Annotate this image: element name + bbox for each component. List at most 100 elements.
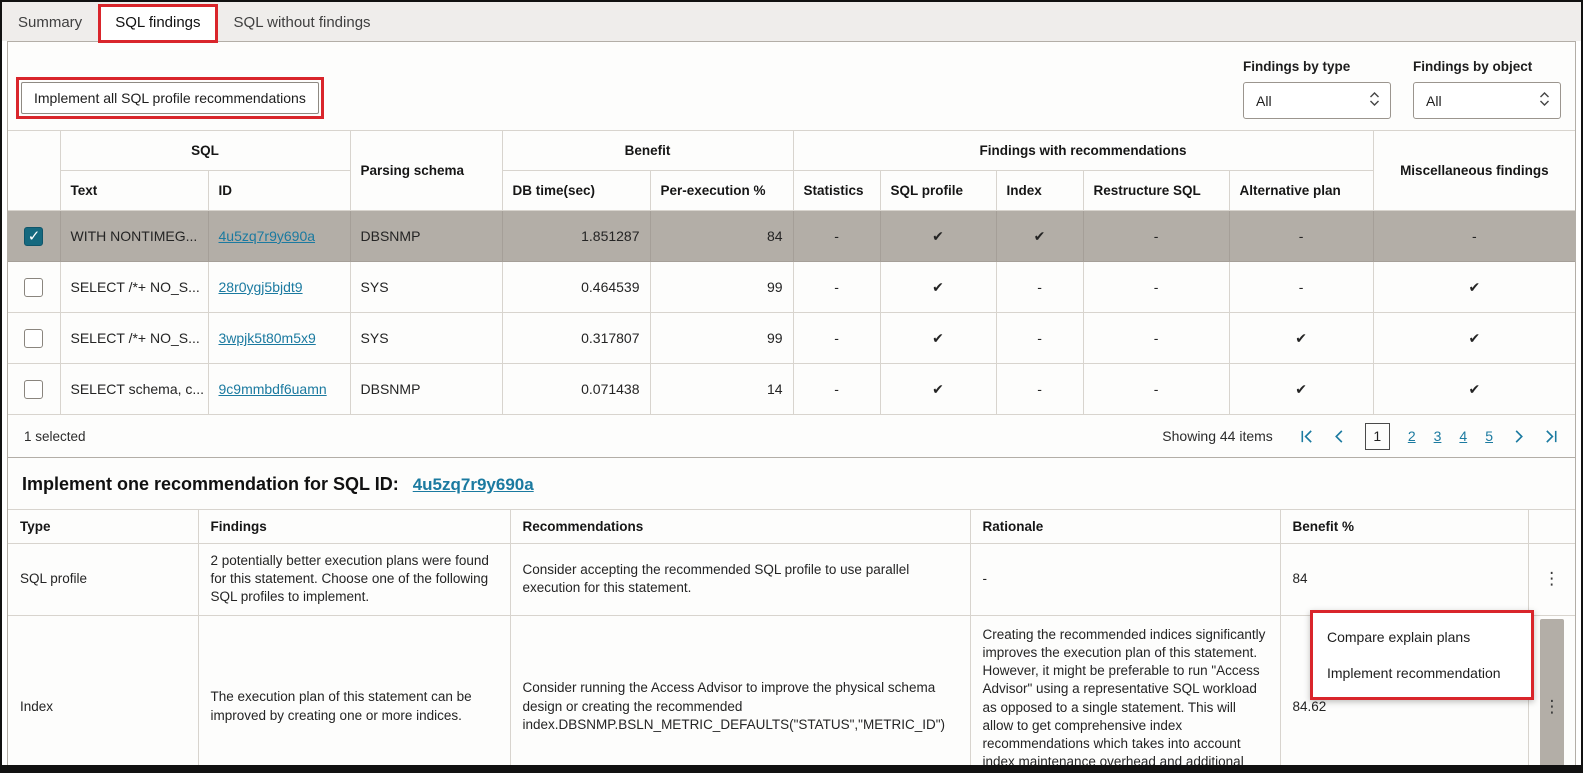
col-actions bbox=[1528, 510, 1575, 544]
alternative-plan-flag: ✔ bbox=[1229, 364, 1373, 415]
tab-summary[interactable]: Summary bbox=[2, 5, 98, 41]
per-execution: 14 bbox=[650, 364, 793, 415]
recommendation-heading: Implement one recommendation for SQL ID:… bbox=[8, 458, 1575, 509]
parsing-schema: SYS bbox=[350, 262, 502, 313]
rec-rationale: Creating the recommended indices signifi… bbox=[970, 615, 1280, 773]
alternative-plan-flag: ✔ bbox=[1229, 313, 1373, 364]
rec-type: Index bbox=[8, 615, 198, 773]
miscellaneous-flag: ✔ bbox=[1373, 262, 1575, 313]
per-execution: 84 bbox=[650, 211, 793, 262]
table-row[interactable]: SELECT /*+ NO_S... 28r0ygj5bjdt9 SYS 0.4… bbox=[8, 262, 1575, 313]
page-link[interactable]: 2 bbox=[1408, 428, 1416, 444]
db-time: 0.317807 bbox=[502, 313, 650, 364]
per-execution: 99 bbox=[650, 262, 793, 313]
miscellaneous-flag: ✔ bbox=[1373, 313, 1575, 364]
findings-by-object-select[interactable]: All bbox=[1413, 82, 1561, 119]
toolbar: Implement all SQL profile recommendation… bbox=[8, 42, 1575, 130]
rec-rationale: - bbox=[970, 544, 1280, 616]
findings-by-type-value: All bbox=[1256, 93, 1272, 109]
showing-items-count: Showing 44 items bbox=[1162, 428, 1273, 444]
page-link[interactable]: 4 bbox=[1459, 428, 1467, 444]
sql-profile-flag: ✔ bbox=[880, 211, 996, 262]
sql-text: SELECT schema, c... bbox=[60, 364, 208, 415]
index-flag: - bbox=[996, 364, 1083, 415]
db-time: 0.071438 bbox=[502, 364, 650, 415]
restructure-sql-flag: - bbox=[1083, 211, 1229, 262]
findings-by-type-label: Findings by type bbox=[1243, 59, 1391, 74]
sql-id-link[interactable]: 9c9mmbdf6uamn bbox=[219, 381, 327, 397]
index-flag: ✔ bbox=[996, 211, 1083, 262]
row-checkbox[interactable] bbox=[24, 278, 43, 297]
restructure-sql-flag: - bbox=[1083, 262, 1229, 313]
table-row[interactable]: SELECT /*+ NO_S... 3wpjk5t80m5x9 SYS 0.3… bbox=[8, 313, 1575, 364]
col-parsing-schema: Parsing schema bbox=[350, 131, 502, 211]
table-row[interactable]: WITH NONTIMEG... 4u5zq7r9y690a DBSNMP 1.… bbox=[8, 211, 1575, 262]
annotation-box-implement-all: Implement all SQL profile recommendation… bbox=[16, 77, 324, 119]
parsing-schema: SYS bbox=[350, 313, 502, 364]
implement-all-sql-profile-button[interactable]: Implement all SQL profile recommendation… bbox=[21, 82, 319, 114]
tab-sql-findings[interactable]: SQL findings bbox=[98, 4, 217, 43]
last-page-icon[interactable] bbox=[1544, 429, 1559, 444]
rec-benefit: 84 bbox=[1280, 544, 1528, 616]
alternative-plan-flag: - bbox=[1229, 211, 1373, 262]
sub-header-row: Text ID DB time(sec) Per-execution % Sta… bbox=[8, 171, 1575, 211]
group-header-row: SQL Parsing schema Benefit Findings with… bbox=[8, 131, 1575, 171]
parsing-schema: DBSNMP bbox=[350, 211, 502, 262]
current-page[interactable]: 1 bbox=[1365, 423, 1390, 450]
table-row[interactable]: SELECT schema, c... 9c9mmbdf6uamn DBSNMP… bbox=[8, 364, 1575, 415]
sql-text: SELECT /*+ NO_S... bbox=[60, 313, 208, 364]
row-actions-kebab-icon[interactable]: ⋮ bbox=[1543, 570, 1560, 587]
sql-text: SELECT /*+ NO_S... bbox=[60, 262, 208, 313]
filter-findings-by-object: Findings by object All bbox=[1413, 59, 1561, 119]
col-per-execution: Per-execution % bbox=[650, 171, 793, 211]
col-findings: Findings bbox=[198, 510, 510, 544]
app-window: Summary SQL findings SQL without finding… bbox=[0, 0, 1583, 773]
row-actions-kebab-button-active[interactable]: ⋮ bbox=[1540, 619, 1564, 773]
rec-recommendations: Consider accepting the recommended SQL p… bbox=[510, 544, 970, 616]
rec-recommendations: Consider running the Access Advisor to i… bbox=[510, 615, 970, 773]
recommendation-sql-id-link[interactable]: 4u5zq7r9y690a bbox=[413, 475, 534, 495]
alternative-plan-flag: - bbox=[1229, 262, 1373, 313]
row-checkbox[interactable] bbox=[24, 227, 43, 246]
select-column-header bbox=[8, 131, 60, 211]
restructure-sql-flag: - bbox=[1083, 364, 1229, 415]
db-time: 0.464539 bbox=[502, 262, 650, 313]
findings-by-object-label: Findings by object bbox=[1413, 59, 1561, 74]
col-sql-profile: SQL profile bbox=[880, 171, 996, 211]
sql-profile-flag: ✔ bbox=[880, 313, 996, 364]
row-actions-context-menu: Compare explain plans Implement recommen… bbox=[1310, 610, 1534, 700]
sql-id-link[interactable]: 28r0ygj5bjdt9 bbox=[219, 279, 303, 295]
miscellaneous-flag: - bbox=[1373, 211, 1575, 262]
col-recommendations: Recommendations bbox=[510, 510, 970, 544]
page-link[interactable]: 5 bbox=[1485, 428, 1493, 444]
restructure-sql-flag: - bbox=[1083, 313, 1229, 364]
statistics-flag: - bbox=[793, 211, 880, 262]
parsing-schema: DBSNMP bbox=[350, 364, 502, 415]
col-group-sql: SQL bbox=[60, 131, 350, 171]
tab-sql-without-findings[interactable]: SQL without findings bbox=[218, 5, 387, 41]
row-actions-kebab-icon[interactable]: ⋮ bbox=[1544, 698, 1561, 715]
select-chevrons-icon bbox=[1539, 90, 1550, 111]
pagination: Showing 44 items 1 2 3 4 5 bbox=[1162, 423, 1559, 450]
row-checkbox[interactable] bbox=[24, 380, 43, 399]
next-page-icon[interactable] bbox=[1511, 429, 1526, 444]
row-checkbox[interactable] bbox=[24, 329, 43, 348]
index-flag: - bbox=[996, 313, 1083, 364]
first-page-icon[interactable] bbox=[1299, 429, 1314, 444]
findings-by-type-select[interactable]: All bbox=[1243, 82, 1391, 119]
sql-id-link[interactable]: 3wpjk5t80m5x9 bbox=[219, 330, 316, 346]
col-index: Index bbox=[996, 171, 1083, 211]
sql-findings-table: SQL Parsing schema Benefit Findings with… bbox=[8, 130, 1575, 415]
statistics-flag: - bbox=[793, 313, 880, 364]
per-execution: 99 bbox=[650, 313, 793, 364]
page-link[interactable]: 3 bbox=[1434, 428, 1442, 444]
recommendation-header-row: Type Findings Recommendations Rationale … bbox=[8, 510, 1575, 544]
menu-item-implement-recommendation[interactable]: Implement recommendation bbox=[1313, 655, 1531, 691]
statistics-flag: - bbox=[793, 262, 880, 313]
miscellaneous-flag: ✔ bbox=[1373, 364, 1575, 415]
previous-page-icon[interactable] bbox=[1332, 429, 1347, 444]
menu-item-compare-explain-plans[interactable]: Compare explain plans bbox=[1313, 619, 1531, 655]
findings-by-object-value: All bbox=[1426, 93, 1442, 109]
sql-id-link[interactable]: 4u5zq7r9y690a bbox=[219, 228, 316, 244]
col-text: Text bbox=[60, 171, 208, 211]
